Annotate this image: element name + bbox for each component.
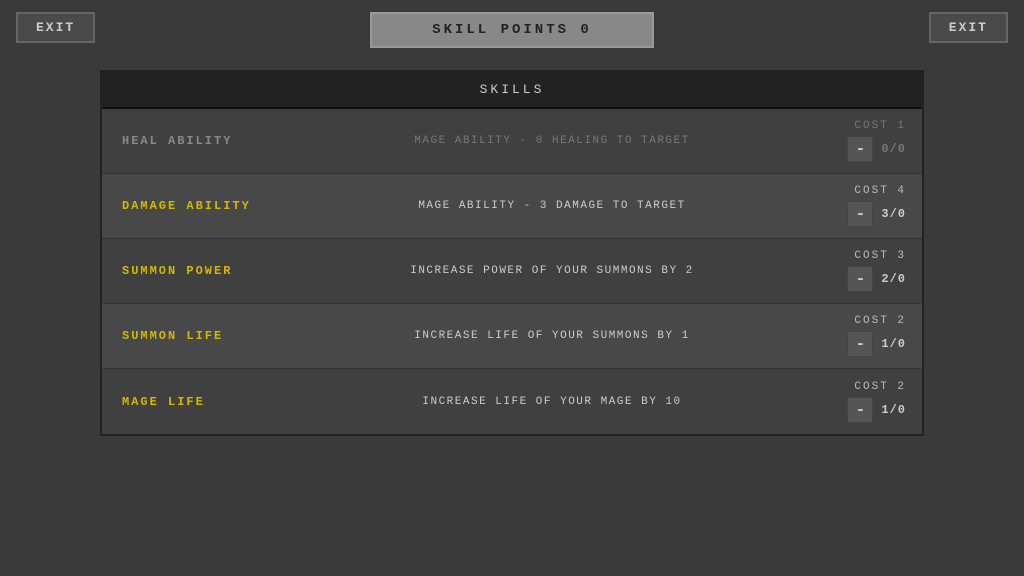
table-row: SUMMON LIFE INCREASE LIFE OF YOUR SUMMON… <box>102 304 922 369</box>
cost-label: COST 4 <box>854 185 906 197</box>
table-row: MAGE LIFE INCREASE LIFE OF YOUR MAGE BY … <box>102 369 922 434</box>
cost-label: COST 3 <box>854 250 906 262</box>
cost-control: - 1/0 <box>847 331 906 357</box>
skill-description: MAGE ABILITY - 0 HEALING TO TARGET <box>322 125 782 157</box>
cost-label: COST 1 <box>854 120 906 132</box>
main-content: SKILLS HEAL ABILITY MAGE ABILITY - 0 HEA… <box>0 60 1024 446</box>
skill-cost-area: COST 2 - 1/0 <box>782 307 922 365</box>
skill-name: HEAL ABILITY <box>102 124 322 158</box>
decrease-button[interactable]: - <box>847 201 873 227</box>
skill-cost-area: COST 4 - 3/0 <box>782 177 922 235</box>
skill-description: MAGE ABILITY - 3 DAMAGE TO TARGET <box>322 190 782 222</box>
exit-button-left[interactable]: EXIT <box>16 12 95 43</box>
skills-rows: HEAL ABILITY MAGE ABILITY - 0 HEALING TO… <box>102 109 922 434</box>
skill-name: SUMMON LIFE <box>102 319 322 353</box>
skill-name: SUMMON POWER <box>102 254 322 288</box>
cost-control: - 2/0 <box>847 266 906 292</box>
skill-cost-area: COST 2 - 1/0 <box>782 373 922 431</box>
skill-description: INCREASE POWER OF YOUR SUMMONS BY 2 <box>322 255 782 287</box>
cost-value: 1/0 <box>881 337 906 351</box>
decrease-button[interactable]: - <box>847 331 873 357</box>
skill-description: INCREASE LIFE OF YOUR SUMMONS BY 1 <box>322 320 782 352</box>
cost-label: COST 2 <box>854 315 906 327</box>
skill-cost-area: COST 3 - 2/0 <box>782 242 922 300</box>
exit-button-right[interactable]: EXIT <box>929 12 1008 43</box>
skills-table-title: SKILLS <box>102 72 922 109</box>
table-row: SUMMON POWER INCREASE POWER OF YOUR SUMM… <box>102 239 922 304</box>
cost-value: 3/0 <box>881 207 906 221</box>
table-row: DAMAGE ABILITY MAGE ABILITY - 3 DAMAGE T… <box>102 174 922 239</box>
cost-control: - 0/0 <box>847 136 906 162</box>
cost-value: 1/0 <box>881 403 906 417</box>
skill-points-display: SKILL POINTS 0 <box>370 12 654 48</box>
cost-control: - 3/0 <box>847 201 906 227</box>
decrease-button[interactable]: - <box>847 136 873 162</box>
skill-description: INCREASE LIFE OF YOUR MAGE BY 10 <box>322 386 782 418</box>
table-row: HEAL ABILITY MAGE ABILITY - 0 HEALING TO… <box>102 109 922 174</box>
cost-control: - 1/0 <box>847 397 906 423</box>
header: EXIT SKILL POINTS 0 EXIT <box>0 0 1024 60</box>
cost-label: COST 2 <box>854 381 906 393</box>
decrease-button[interactable]: - <box>847 266 873 292</box>
skill-cost-area: COST 1 - 0/0 <box>782 112 922 170</box>
cost-value: 2/0 <box>881 272 906 286</box>
skill-name: MAGE LIFE <box>102 385 322 419</box>
decrease-button[interactable]: - <box>847 397 873 423</box>
skill-name: DAMAGE ABILITY <box>102 189 322 223</box>
cost-value: 0/0 <box>881 142 906 156</box>
